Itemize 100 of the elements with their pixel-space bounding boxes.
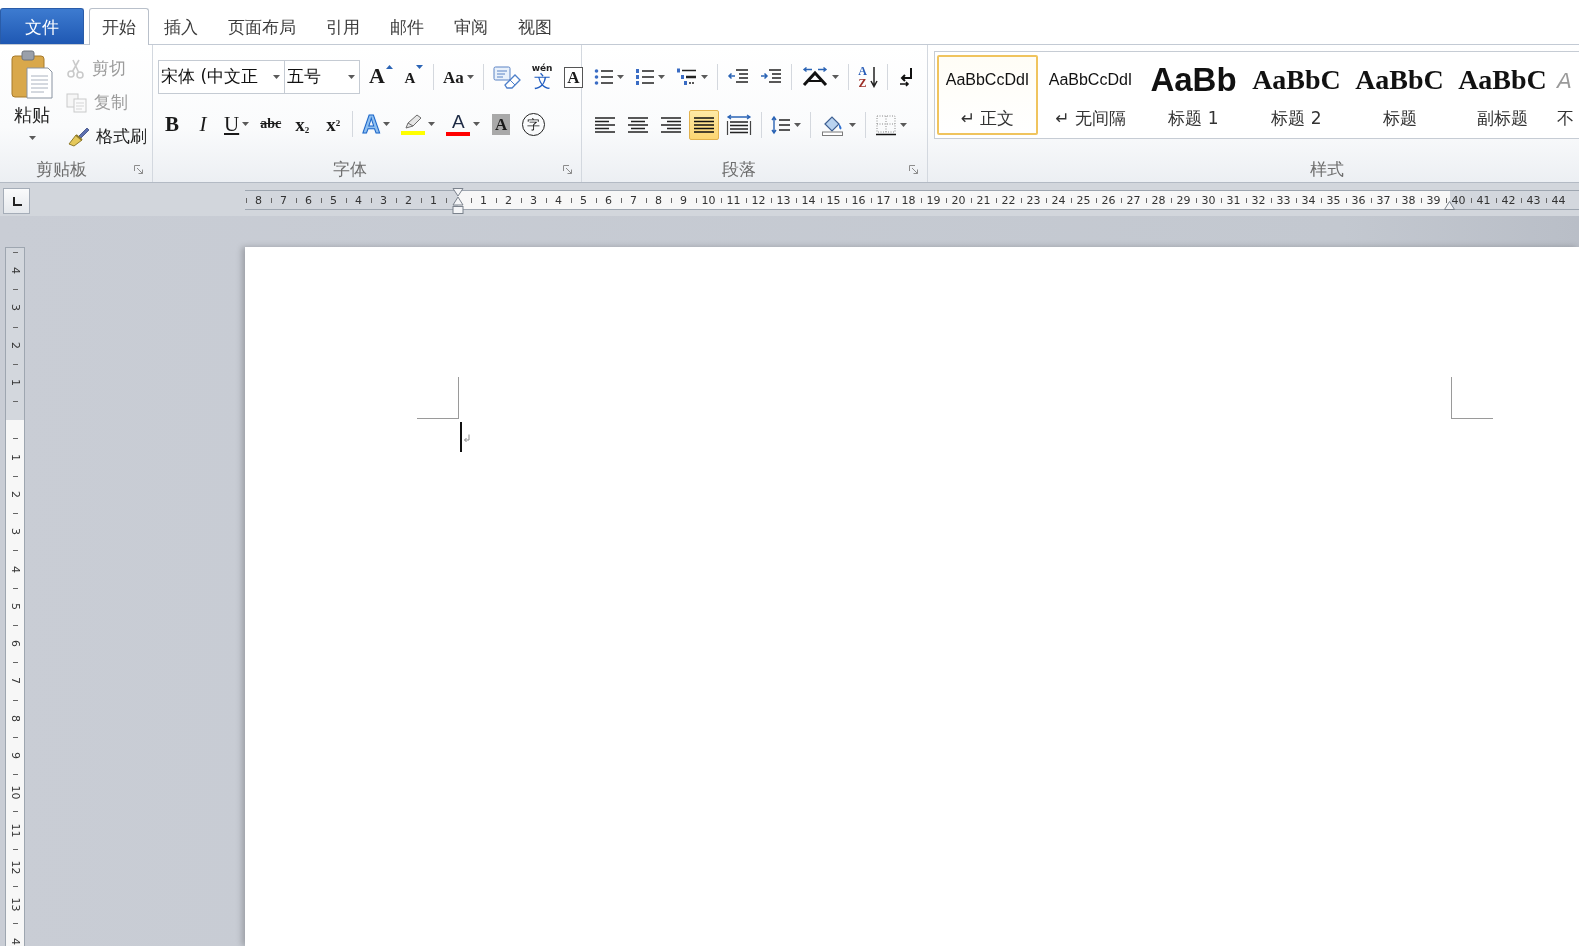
ribbon-tab[interactable]: 插入 [149,8,213,44]
ruler-number: 3 [9,528,21,536]
ruler-number: 4 [9,267,21,275]
ruler-number: 23 [1026,194,1041,206]
ruler-number: 12 [9,860,21,875]
justify-button[interactable] [689,110,719,140]
bold-button[interactable]: B [158,109,186,139]
scissors-icon [66,59,86,79]
bullet-list-icon [594,68,614,86]
style-item[interactable]: AaBbC 副标题 [1452,55,1553,135]
ribbon-tab[interactable]: 引用 [311,8,375,44]
style-item[interactable]: AaBbCcDdI ↵ 无间隔 [1040,55,1141,135]
ribbon-tab[interactable]: 开始 [89,8,149,45]
down-arrow-icon [869,66,878,88]
format-painter-button[interactable]: 格式刷 [63,125,150,149]
ruler-number: 5 [9,602,21,610]
change-case-button[interactable]: Aa [438,62,478,92]
ruler-number: 26 [1101,194,1116,206]
ruler-number: 19 [926,194,941,206]
ruler-number: 5 [580,194,587,206]
ruler-number: 7 [280,194,287,206]
ruler-number: 12 [751,194,766,206]
phonetic-guide-button[interactable]: wén 文 [527,62,557,92]
ruler-number: 9 [9,752,21,759]
style-item[interactable]: AaBb 标题 1 [1143,55,1244,135]
align-right-icon [660,116,682,134]
ribbon-tab[interactable]: 邮件 [375,8,439,44]
character-shading-button[interactable]: A [487,109,516,139]
ruler-number: 40 [1451,194,1466,206]
file-tab[interactable]: 文件 [0,8,84,44]
align-left-icon [594,116,616,134]
launcher-icon [563,164,573,175]
font-name-field[interactable]: 宋体 (中文正 [158,60,285,94]
ribbon-tab[interactable]: 视图 [503,8,567,44]
dialog-launcher-button[interactable] [563,164,573,175]
brush-icon [66,127,90,147]
superscript-button[interactable]: x$^{2}$ [319,109,348,139]
italic-button[interactable]: I [189,109,217,139]
ruler-number: 3 [530,194,537,206]
numbered-list-icon [635,68,655,86]
ruler-number: 11 [726,194,741,206]
copy-icon [66,93,88,113]
line-spacing-icon [771,115,791,135]
ruler-number: 9 [680,194,687,206]
ruler-number: 14 [801,194,816,206]
caret-icon [273,75,280,79]
ruler-number: 1 [9,453,21,461]
ruler-number: 18 [901,194,916,206]
ruler-number: 10 [9,785,21,800]
paste-button[interactable]: 粘贴 [7,48,57,148]
decrease-indent-icon [727,68,749,86]
ruler-number: 8 [655,194,662,206]
style-item[interactable]: AaBbC 标题 [1349,55,1450,135]
ruler-number: 13 [776,194,791,206]
distribute-icon [726,114,752,136]
style-item[interactable]: AaBbC 标题 2 [1246,55,1347,135]
style-item[interactable]: AaBbCcDdI ↵ 正文 [937,55,1038,135]
character-border-button[interactable]: A [559,62,588,92]
ruler-number: 1 [480,194,487,206]
dialog-launcher-button[interactable] [134,164,144,175]
tab-stop-icon [10,195,23,207]
subscript-button[interactable]: x$_{2}$ [288,109,317,139]
ribbon-tab[interactable]: 审阅 [439,8,503,44]
dotted-grid-icon [875,114,897,136]
ribbon-tab[interactable]: 页面布局 [213,8,311,44]
ruler-number: 2 [505,194,512,206]
ruler-number: 30 [1201,194,1216,206]
font-size-field[interactable]: 五号 [284,60,360,94]
grow-font-button[interactable]: A [365,62,397,92]
ruler-number: 2 [9,490,21,498]
underline-button[interactable]: U [220,109,254,139]
strikethrough-button[interactable]: abc [256,109,286,139]
up-triangle-icon [385,65,393,69]
clipboard-icon [10,50,54,100]
ruler-number: 3 [380,194,387,206]
indent-marker[interactable] [452,188,464,215]
ruler-number: 5 [330,194,337,206]
eraser-icon [492,65,521,89]
text-cursor [460,422,462,452]
launcher-icon [134,164,144,175]
ruler-number: 44 [1551,194,1566,206]
style-item[interactable]: A 不 [1555,55,1579,135]
paragraph-mark-icon [463,434,470,443]
ruler-number: 7 [9,677,21,685]
ruler-number: 34 [1301,194,1316,206]
dialog-launcher-button[interactable] [909,164,919,175]
ruler-number: 16 [851,194,866,206]
ruler-number: 21 [976,194,991,206]
ruler-number: 28 [1151,194,1166,206]
tab-selector-button[interactable] [3,188,30,214]
corner-mark [417,377,459,419]
shrink-font-button[interactable]: A [399,62,428,92]
ruler-number: 3 [9,304,21,312]
ruler-number: 4 [555,194,562,206]
ruler-number: 6 [9,640,21,648]
ruler-number: 20 [951,194,966,206]
ruler-number: 1 [430,194,437,206]
increase-indent-icon [760,68,782,86]
sort-button[interactable]: A Z [854,62,882,92]
font-color-button[interactable]: A [442,109,485,139]
